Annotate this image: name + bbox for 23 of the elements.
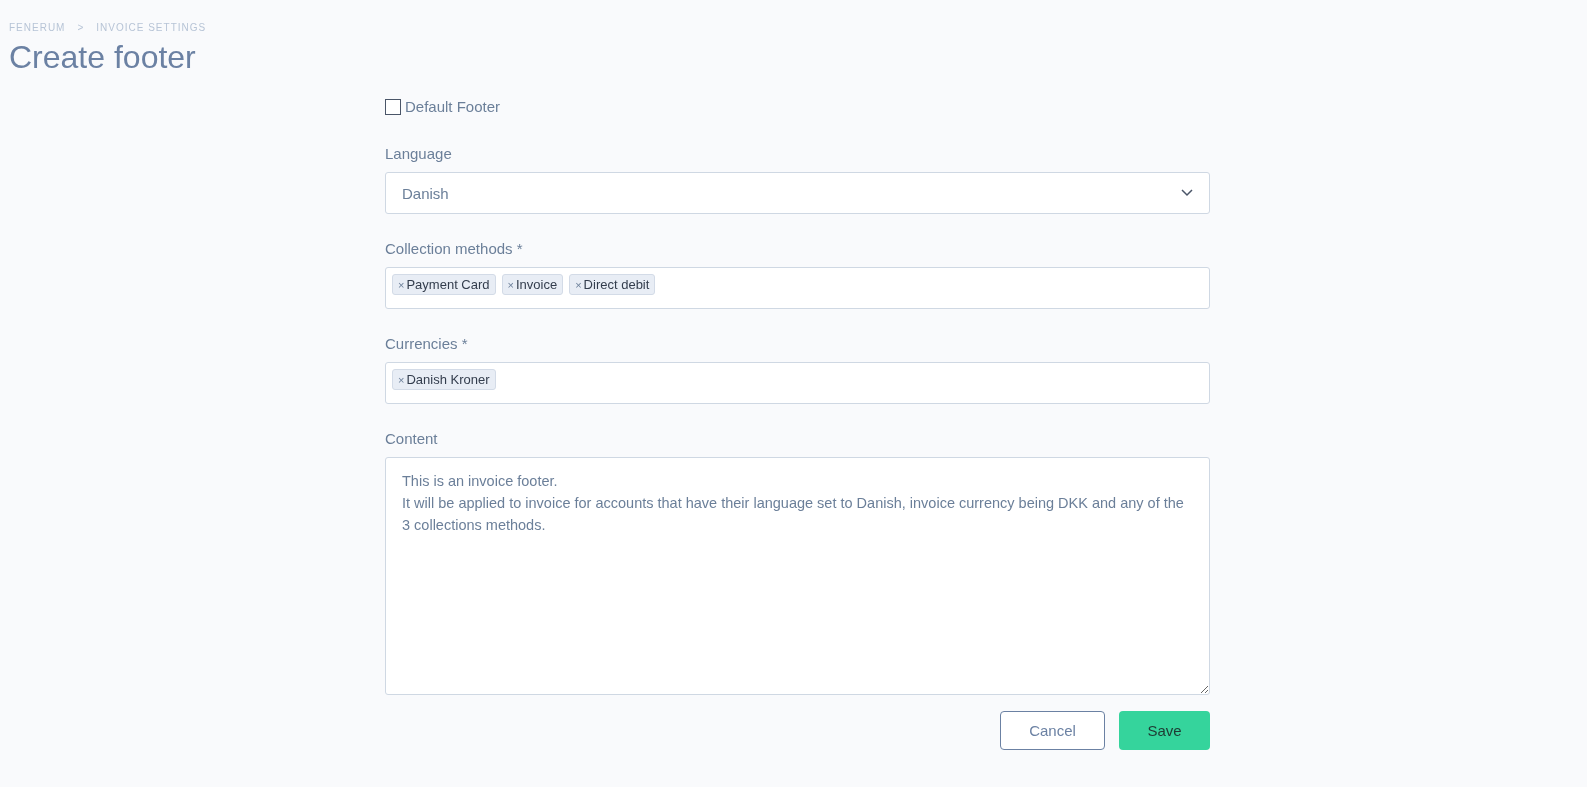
remove-tag-button[interactable]: × (575, 278, 582, 291)
multi-select-field[interactable]: ×Danish Kroner (385, 362, 1210, 404)
content-textarea[interactable]: This is an invoice footer. It will be applied to invoice for accounts that have their language set to Danish, invoice currency being DKK and any of the 3 collections methods. (385, 457, 1210, 695)
remove-tag-button[interactable]: × (398, 278, 405, 291)
cancel-button[interactable]: Cancel (1000, 711, 1105, 750)
field-label: Content (385, 430, 439, 447)
field-label: Currencies * (385, 335, 469, 352)
tag-chip: ×Payment Card (392, 274, 496, 295)
checkbox-label: Default Footer (405, 98, 501, 115)
tag-chip: ×Danish Kroner (392, 369, 496, 390)
language-select[interactable]: Danish (385, 172, 1210, 214)
save-button[interactable]: Save (1119, 711, 1210, 750)
checkbox[interactable] (385, 98, 401, 115)
field-label: Language (385, 145, 453, 162)
chevron-down-icon (1181, 189, 1193, 197)
tag-chip: ×Invoice (501, 274, 564, 295)
tag-chip: ×Direct debit (569, 274, 656, 295)
remove-tag-button[interactable]: × (507, 278, 514, 291)
multi-select-field[interactable]: ×Payment Card ×Invoice ×Direct debit (385, 267, 1210, 309)
breadcrumb-separator: > (77, 22, 85, 33)
remove-tag-button[interactable]: × (398, 373, 405, 386)
page-title: Create footer (9, 39, 197, 76)
field-label: Collection methods * (385, 240, 524, 257)
